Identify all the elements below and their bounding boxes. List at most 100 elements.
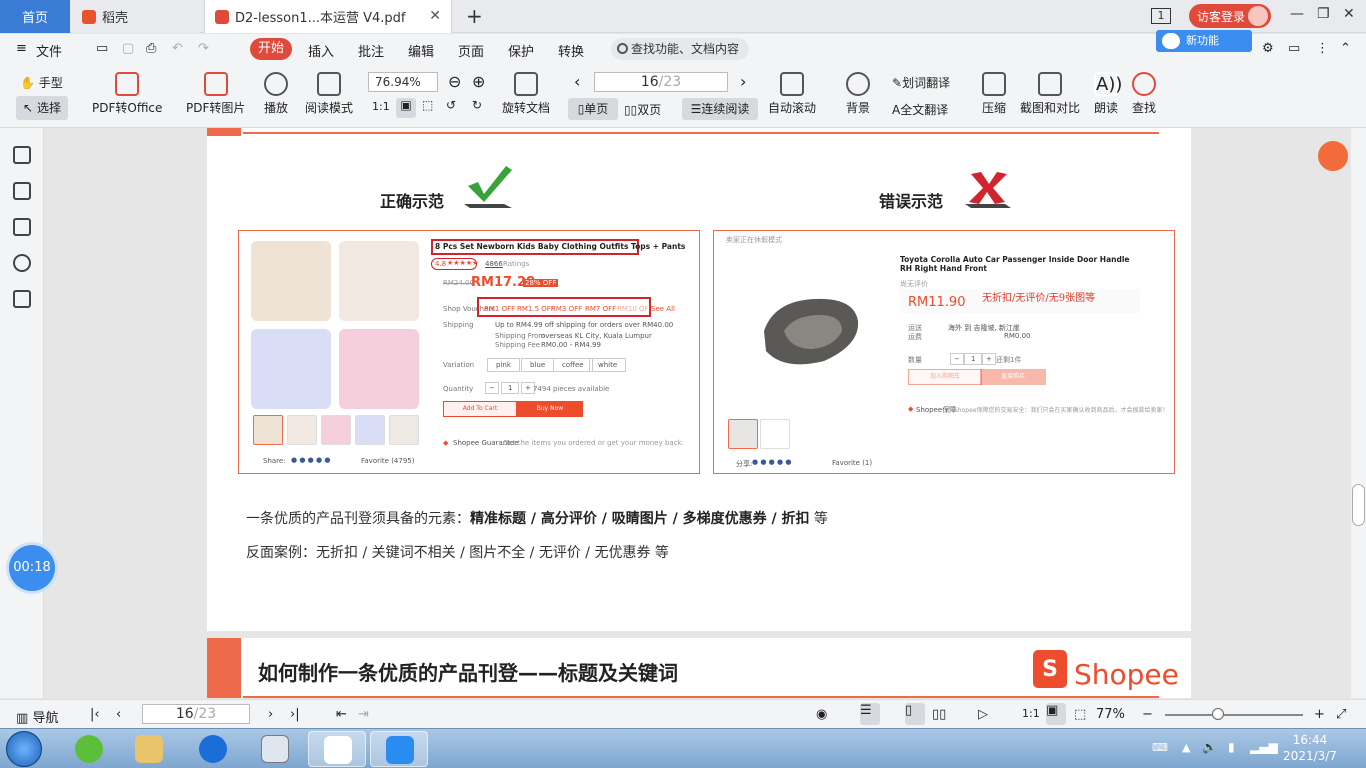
- print-icon[interactable]: ⎙: [146, 41, 156, 56]
- thumb-2[interactable]: [287, 415, 317, 445]
- scrollbar-thumb[interactable]: [1352, 484, 1365, 526]
- menu-protect[interactable]: 保护: [508, 41, 534, 60]
- background-button[interactable]: 背景: [846, 72, 870, 116]
- timer-badge[interactable]: 00:18: [9, 545, 55, 591]
- forward-icon[interactable]: ⇥: [358, 707, 369, 722]
- new-feature-badge[interactable]: 新功能: [1156, 30, 1252, 52]
- add-cart-right-button[interactable]: 加入购物车: [908, 369, 982, 385]
- new-tab-button[interactable]: +: [466, 4, 483, 28]
- undo-icon[interactable]: ↶: [172, 41, 183, 56]
- close-window-button[interactable]: ✕: [1343, 6, 1355, 22]
- single-status-icon[interactable]: ▯: [905, 703, 925, 725]
- page-indicator-icon[interactable]: 1: [1151, 8, 1171, 24]
- next-page-status-icon[interactable]: ›: [268, 707, 273, 722]
- taskbar-explorer[interactable]: [120, 731, 178, 767]
- minimize-button[interactable]: —: [1290, 6, 1304, 22]
- auto-scroll-button[interactable]: 自动滚动: [768, 72, 816, 116]
- menu-insert[interactable]: 插入: [308, 41, 334, 60]
- actual-size-button[interactable]: 1:1: [372, 100, 390, 113]
- volume-icon[interactable]: 🔈: [1202, 740, 1217, 754]
- voucher-3[interactable]: RM3 OFF: [551, 305, 582, 313]
- save-icon[interactable]: ▢: [122, 41, 134, 56]
- thumb-4[interactable]: [355, 415, 385, 445]
- keyboard-icon[interactable]: ⌨: [1152, 741, 1168, 754]
- menu-file[interactable]: 文件: [36, 41, 62, 60]
- fit-width-icon[interactable]: ⬚: [422, 98, 433, 112]
- status-page-input[interactable]: 16/23: [142, 704, 250, 724]
- zoom-in-icon[interactable]: ⊕: [472, 72, 485, 91]
- redo-icon[interactable]: ↷: [198, 41, 209, 56]
- fit-page-icon[interactable]: ▣: [396, 98, 416, 118]
- taskbar-cloud-app[interactable]: [308, 731, 366, 767]
- continuous-read-button[interactable]: ☰连续阅读: [682, 98, 758, 120]
- zoom-in-status-icon[interactable]: +: [1314, 707, 1325, 722]
- attachment-icon[interactable]: [13, 254, 31, 272]
- variation-coffee[interactable]: coffee: [553, 358, 593, 372]
- pdf-to-image-button[interactable]: PDF转图片: [186, 72, 245, 116]
- battery-icon[interactable]: ▮: [1228, 740, 1235, 754]
- thumbnail-icon[interactable]: [13, 182, 31, 200]
- voucher-4[interactable]: RM7 OFF: [585, 305, 616, 313]
- buy-right-button[interactable]: 直接购买: [980, 369, 1046, 385]
- hand-tool-button[interactable]: ✋ 手型: [20, 74, 63, 91]
- taskbar-sogou[interactable]: [184, 731, 242, 767]
- rotate-document-button[interactable]: 旋转文档: [502, 72, 550, 116]
- social-icons-right[interactable]: ● ● ● ● ●: [752, 458, 791, 466]
- nav-button[interactable]: ▥ 导航: [16, 707, 58, 726]
- variation-white[interactable]: white: [589, 358, 627, 372]
- thumb-1[interactable]: [253, 415, 283, 445]
- compress-button[interactable]: 压缩: [982, 72, 1006, 116]
- annotation-icon[interactable]: [13, 218, 31, 236]
- fit-status-icon[interactable]: ▣: [1046, 703, 1066, 725]
- zoom-select[interactable]: 76.94%: [368, 72, 438, 92]
- back-icon[interactable]: ⇤: [336, 707, 347, 722]
- rotate-right-icon[interactable]: ↻: [472, 98, 482, 112]
- thumb-3[interactable]: [321, 415, 351, 445]
- qty-minus-right[interactable]: −: [950, 353, 964, 365]
- start-button[interactable]: [6, 731, 42, 767]
- thumb-handle-1[interactable]: [728, 419, 758, 449]
- variation-blue[interactable]: blue: [521, 358, 555, 372]
- tab-home[interactable]: 首页: [0, 0, 70, 33]
- select-tool-button[interactable]: ↖ 选择: [16, 96, 68, 120]
- double-status-icon[interactable]: ▯▯: [932, 707, 946, 722]
- tray-expand-icon[interactable]: ▲: [1182, 741, 1190, 754]
- tab-daoke[interactable]: 稻壳: [72, 0, 200, 33]
- rotate-left-icon[interactable]: ↺: [446, 98, 456, 112]
- variation-pink[interactable]: pink: [487, 358, 520, 372]
- fit-width-status-icon[interactable]: ⬚: [1074, 707, 1086, 722]
- login-button[interactable]: 访客登录: [1189, 4, 1271, 28]
- system-clock[interactable]: 16:44 2021/3/7: [1274, 732, 1346, 764]
- quantity-minus[interactable]: −: [485, 382, 499, 394]
- taskbar-calculator[interactable]: [246, 731, 304, 767]
- zoom-slider-knob[interactable]: [1212, 708, 1224, 720]
- pdf-to-office-button[interactable]: PDF转Office: [92, 72, 162, 116]
- close-tab-icon[interactable]: ✕: [429, 8, 441, 24]
- thumb-handle-2[interactable]: [760, 419, 790, 449]
- voucher-2[interactable]: RM1.5 OFF: [517, 305, 555, 313]
- search-input[interactable]: 查找功能、文档内容: [611, 38, 749, 60]
- quantity-input[interactable]: 1: [501, 382, 520, 394]
- qty-input-right[interactable]: 1: [964, 353, 983, 365]
- menu-icon[interactable]: ≡: [16, 41, 27, 56]
- play-status-icon[interactable]: ▷: [978, 707, 988, 722]
- social-icons[interactable]: ● ● ● ● ●: [291, 456, 330, 464]
- menu-page[interactable]: 页面: [458, 41, 484, 60]
- last-page-icon[interactable]: ›|: [290, 707, 300, 722]
- restore-button[interactable]: ❐: [1317, 6, 1330, 22]
- zoom-slider[interactable]: [1165, 714, 1303, 716]
- see-all-link[interactable]: See All: [651, 305, 675, 313]
- screenshot-compare-button[interactable]: 截图和对比: [1020, 72, 1080, 116]
- open-icon[interactable]: ▭: [96, 41, 108, 56]
- collapse-icon[interactable]: ⌃: [1340, 41, 1351, 56]
- vertical-scrollbar[interactable]: [1351, 128, 1366, 698]
- play-button[interactable]: 播放: [264, 72, 288, 116]
- menu-start[interactable]: 开始: [250, 38, 292, 60]
- next-page-icon[interactable]: ›: [740, 72, 746, 91]
- full-translate-button[interactable]: A全文翻译: [892, 101, 948, 118]
- prev-page-status-icon[interactable]: ‹: [116, 707, 121, 722]
- double-page-button[interactable]: ▯▯双页: [624, 101, 661, 118]
- taskbar-360-browser[interactable]: [60, 731, 118, 767]
- menu-edit[interactable]: 编辑: [408, 41, 434, 60]
- side-float-icon[interactable]: [1318, 141, 1348, 171]
